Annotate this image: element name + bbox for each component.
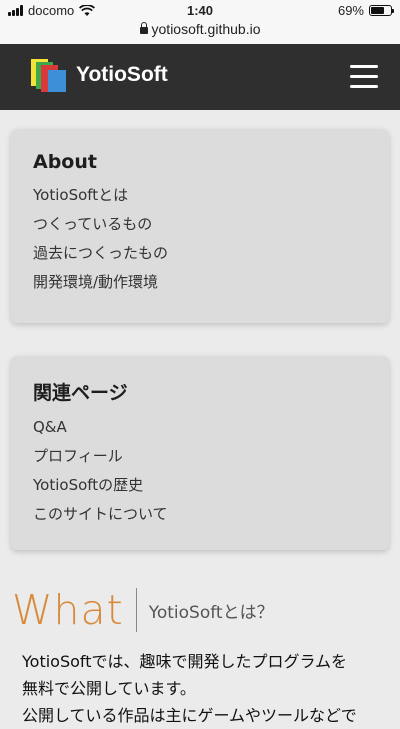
intro-line-2: 無料で公開しています。 bbox=[22, 679, 196, 698]
about-link-2[interactable]: つくっているもの bbox=[33, 214, 367, 243]
hamburger-menu-icon[interactable] bbox=[350, 65, 378, 89]
heading-sub: YotioSoftとは？ bbox=[148, 602, 274, 623]
heading-divider bbox=[135, 588, 137, 632]
brand-name[interactable]: YotioSoft bbox=[76, 63, 168, 87]
url-text: yotiosoft.github.io bbox=[151, 21, 261, 37]
status-bar: docomo 1:40 69% yotiosoft.github.io bbox=[0, 0, 400, 44]
related-link-1[interactable]: Q&A bbox=[33, 417, 367, 446]
about-link-1[interactable]: YotioSoftとは bbox=[33, 185, 367, 214]
heading-big: What bbox=[12, 586, 124, 634]
about-link-4[interactable]: 開発環境/動作環境 bbox=[33, 272, 367, 301]
url-bar[interactable]: yotiosoft.github.io bbox=[0, 21, 400, 37]
intro-paragraph: YotioSoftでは、趣味で開発したプログラムを 無料で公開しています。 公開… bbox=[22, 648, 392, 729]
about-link-3[interactable]: 過去につくったもの bbox=[33, 243, 367, 272]
related-link-3[interactable]: YotioSoftの歴史 bbox=[33, 475, 367, 504]
about-card: About YotioSoftとは つくっているもの 過去につくったもの 開発環… bbox=[11, 129, 389, 323]
related-card: 関連ページ Q&A プロフィール YotioSoftの歴史 このサイトについて bbox=[11, 356, 389, 550]
intro-line-1: YotioSoftでは、趣味で開発したプログラムを bbox=[22, 652, 348, 671]
about-title: About bbox=[33, 151, 97, 173]
related-title: 関連ページ bbox=[33, 382, 128, 404]
battery-icon bbox=[369, 5, 394, 16]
battery-percent: 69% bbox=[337, 3, 364, 18]
intro-line-3: 公開している作品は主にゲームやツールなどで bbox=[22, 706, 357, 725]
status-right: 69% bbox=[337, 3, 394, 18]
lock-icon bbox=[139, 22, 148, 34]
site-header: YotioSoft bbox=[0, 44, 400, 110]
yotiosoft-logo-icon[interactable] bbox=[30, 58, 68, 94]
related-link-4[interactable]: このサイトについて bbox=[33, 504, 367, 533]
section-heading: What YotioSoftとは？ bbox=[12, 586, 274, 634]
related-link-2[interactable]: プロフィール bbox=[33, 446, 367, 475]
